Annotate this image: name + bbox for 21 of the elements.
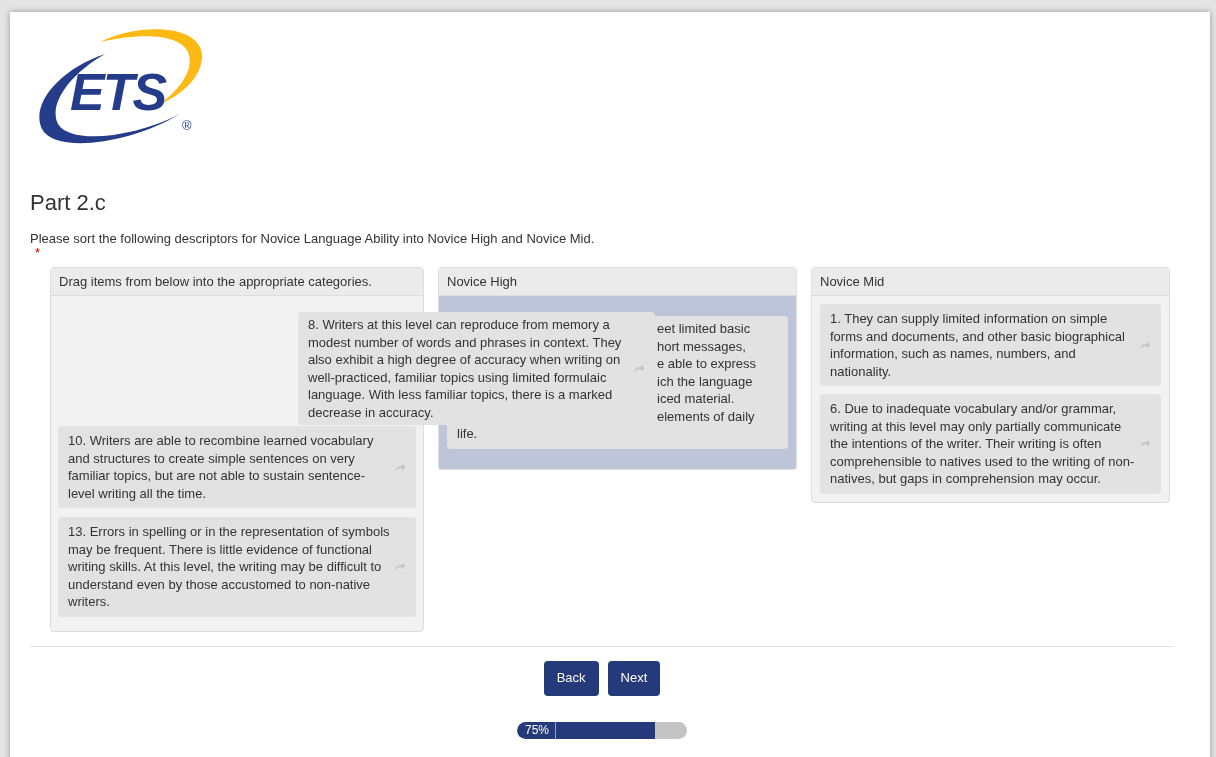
registered-mark: ®	[182, 119, 192, 133]
descriptor-text: hort messages,	[657, 337, 746, 355]
descriptor-text: 1. They can supply limited information on simple forms and documents, and other basic biographical information, such as names, numbers, and nationality.	[830, 310, 1126, 380]
descriptor-text: elements of daily	[657, 407, 755, 425]
logo-text: ETS	[70, 66, 166, 118]
descriptor-text: iced material.	[657, 390, 735, 408]
descriptor-text: 6. Due to inadequate vocabulary and/or grammar, writing at this level may only partially communicate the intentions of the writer. Their writing is often comprehensible to natives used to the writing of non-natives, but gaps in comprehension may occur.	[830, 400, 1135, 488]
descriptor-text: eet limited basic	[657, 320, 751, 338]
instruction-text: Please sort the following descriptors for Novice Language Ability into Novice High and Novice Mid.	[30, 231, 596, 247]
progress-label: 75%	[525, 721, 550, 739]
descriptor-text: 13. Errors in spelling or in the representation of symbols may be frequent. There is little evidence of functional writing skills. At this level, the writing may be difficult to understand even by those accustomed to non-native writers.	[68, 523, 390, 611]
page-title: Part 2.c	[30, 189, 107, 217]
panel-header: Novice Mid	[812, 268, 1169, 296]
descriptor-text: ich the language	[657, 372, 753, 390]
descriptor-text: life.	[457, 425, 478, 443]
descriptor-text: 10. Writers are able to recombine learned vocabulary and structures to create simple sentences on very familiar topics, but are not able to sustain sentence-level writing all the time.	[68, 432, 375, 502]
panel-header: Drag items from below into the appropriate categories.	[51, 268, 423, 296]
required-mark: *	[35, 247, 42, 259]
descriptor-text: 8. Writers at this level can reproduce from memory a modest number of words and phrases in context. They also exhibit a high degree of accuracy when writing on well-practiced, familiar topics using limited formulaic language. With less familiar topics, there is a marked decrease in accuracy.	[308, 316, 623, 421]
descriptor-text: e able to express	[657, 355, 756, 373]
panel-header: Novice High	[439, 268, 796, 296]
